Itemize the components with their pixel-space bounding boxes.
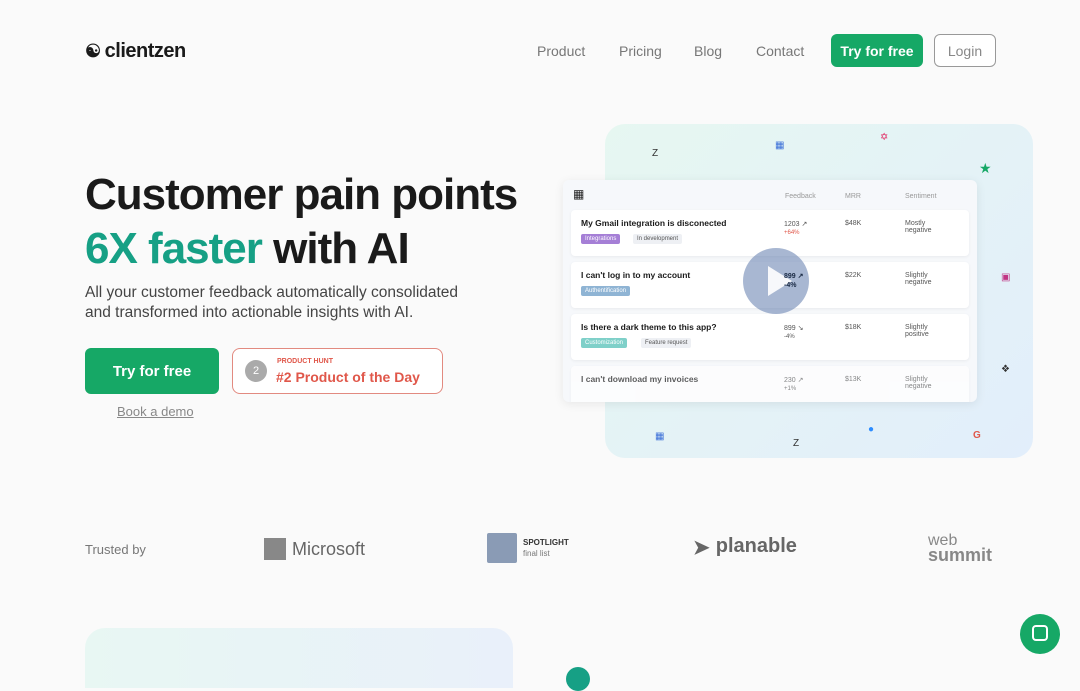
badge-top: PRODUCT HUNT (277, 358, 333, 365)
medal-icon: 2 (245, 360, 267, 382)
zendesk-icon: Z (652, 148, 659, 159)
step-indicator (566, 667, 590, 691)
websummit-logo: web summit (928, 532, 993, 565)
nav-blog[interactable]: Blog (694, 43, 722, 59)
nav-pricing[interactable]: Pricing (619, 43, 662, 59)
badge-main: #2 Product of the Day (276, 369, 420, 385)
hero-try-button[interactable]: Try for free (85, 348, 219, 394)
feedback-change: -4% (784, 282, 797, 289)
planable-icon: ➤ (693, 537, 710, 559)
play-video-button[interactable] (743, 248, 809, 314)
book-demo-link[interactable]: Book a demo (117, 404, 194, 419)
app-icon: ❖ (1001, 364, 1010, 375)
header-sentiment: Sentiment (905, 193, 937, 200)
feature-panel (85, 628, 513, 688)
nav-try-button[interactable]: Try for free (831, 34, 923, 67)
trusted-label: Trusted by (85, 542, 146, 557)
microsoft-icon (264, 538, 286, 560)
intercom-icon: ▦ (655, 431, 665, 442)
zoom-icon: ● (868, 424, 875, 435)
spotlight-logo: SPOTLIGHT final list (487, 533, 569, 563)
chat-icon (1032, 625, 1048, 641)
header-mrr: MRR (845, 193, 861, 200)
instagram-icon: ▣ (1001, 272, 1011, 283)
microsoft-logo: Microsoft (264, 538, 365, 560)
table-row[interactable]: Is there a dark theme to this app? Custo… (571, 314, 969, 360)
slack-icon: ✡ (880, 132, 889, 143)
zendesk-icon: Z (793, 438, 800, 449)
hero-subtitle: All your customer feedback automatically… (85, 284, 459, 321)
chat-widget-button[interactable] (1020, 614, 1060, 654)
logo-icon: ☯ (85, 41, 101, 61)
spotlight-icon (487, 533, 517, 563)
g2-icon: G (973, 430, 981, 441)
brand-name: clientzen (104, 40, 187, 62)
table-row[interactable]: I can't download my invoices 230 ↗ +1% $… (571, 366, 969, 402)
logo[interactable]: ☯ clientzen (85, 40, 186, 63)
login-button[interactable]: Login (934, 34, 996, 67)
feedback-count: 899 ↗ (784, 273, 804, 280)
planable-logo: ➤ planable (693, 535, 797, 559)
intercom-icon: ▦ (775, 140, 785, 151)
nav-product[interactable]: Product (537, 43, 585, 59)
grid-icon: ▦ (573, 187, 585, 201)
product-hunt-badge[interactable]: 2 PRODUCT HUNT #2 Product of the Day (232, 348, 443, 394)
nav-contact[interactable]: Contact (756, 43, 804, 59)
header-feedback: Feedback (785, 193, 816, 200)
trustpilot-icon: ★ (979, 160, 992, 176)
hero-title: Customer pain points 6X faster with AI (85, 170, 518, 273)
